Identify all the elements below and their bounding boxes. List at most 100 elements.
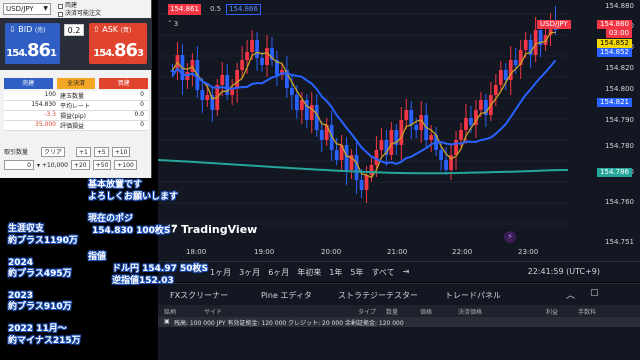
- time-axis-label: 18:00: [186, 248, 207, 256]
- indicator-collapse[interactable]: ˅ 3: [168, 20, 178, 28]
- clock[interactable]: 22:41:59 (UTC+9): [528, 267, 600, 276]
- price-chart[interactable]: 154.861 0.5 154.866 ˅ 3 𝟏𝟕 TradingView U…: [158, 0, 640, 282]
- range-5y[interactable]: 5年: [350, 267, 363, 278]
- quote-ask-chip[interactable]: 154.866: [226, 4, 261, 15]
- tab-fx-screener[interactable]: FXスクリーナー: [170, 290, 228, 301]
- position-row: 154.830 平均レート 0: [4, 101, 148, 111]
- overlay-line: 約マイナス215万: [8, 336, 81, 346]
- candle: [498, 70, 503, 85]
- close-all-button[interactable]: 全決済: [56, 78, 96, 89]
- overlay-line: 2022 11月〜: [8, 324, 67, 334]
- range-1y[interactable]: 1年: [329, 267, 342, 278]
- ask-price-main: 154.: [93, 48, 115, 59]
- qty-plus-10-button[interactable]: +10: [111, 146, 131, 157]
- col-fee[interactable]: 手数料: [578, 307, 596, 316]
- range-3m[interactable]: 3ヶ月: [239, 267, 260, 278]
- ask-price-small: 3: [137, 48, 144, 59]
- range-1m[interactable]: 1ヶ月: [210, 267, 231, 278]
- qty-plus-1-button[interactable]: +1: [76, 146, 91, 157]
- bid-price-main: 154.: [6, 48, 28, 59]
- sell-open-button[interactable]: 売建: [4, 78, 53, 89]
- candle: [459, 130, 463, 140]
- col-qty[interactable]: 数量: [386, 307, 398, 316]
- col-close-price[interactable]: 決済価格: [458, 307, 482, 316]
- position-list: [158, 327, 640, 360]
- candle: [200, 90, 205, 100]
- buy-open-button[interactable]: 買建: [99, 78, 149, 89]
- candle: [409, 110, 414, 125]
- ask-sub: (買): [120, 27, 132, 34]
- range-ytd[interactable]: 年初来: [297, 267, 321, 278]
- candle: [454, 140, 458, 155]
- candle: [255, 40, 259, 58]
- ask-label-text: ASK: [102, 25, 119, 34]
- candle: [414, 125, 419, 130]
- overlay-line: 現在のポジ: [88, 214, 134, 224]
- overlay-line: 2024: [8, 258, 34, 268]
- col-type[interactable]: タイプ: [358, 307, 376, 316]
- hedge-checkbox[interactable]: 両建: [58, 2, 77, 10]
- spread-value: 0.2: [64, 24, 84, 36]
- range-all[interactable]: すべて: [371, 267, 394, 278]
- qty-plus-5-button[interactable]: +5: [93, 146, 109, 157]
- candle: [220, 75, 225, 85]
- bid-label-text: BID: [18, 25, 33, 34]
- time-axis-label: 22:00: [452, 248, 473, 256]
- range-6m[interactable]: 6ヶ月: [268, 267, 289, 278]
- candle: [225, 75, 230, 95]
- price-tag: 154.786: [597, 168, 632, 177]
- row-label: 損益(pip): [60, 113, 86, 120]
- hedge-label: 両建: [65, 2, 78, 9]
- closable-checkbox[interactable]: 決済可能注文: [58, 10, 101, 18]
- col-side[interactable]: サイド: [204, 307, 222, 316]
- row-right: 0: [140, 91, 144, 98]
- price-tag: 154.821: [597, 98, 632, 107]
- quantity-area: 取引数量 クリア +1 +5 +10 0 ▾ +10,000 +20 +50 +…: [4, 146, 150, 171]
- tab-pine-editor[interactable]: Pine エディタ: [261, 290, 312, 301]
- qty-input[interactable]: 0: [4, 160, 34, 170]
- candle: [369, 165, 374, 175]
- candle: [399, 120, 404, 145]
- price-tag: 154.860: [597, 20, 632, 29]
- qty-plus-50-button[interactable]: +50: [92, 160, 112, 170]
- indicator-count: 3: [173, 20, 179, 28]
- ma-slow-line: [171, 59, 557, 165]
- row-right: 0: [140, 101, 144, 108]
- position-row: 35,000 評価損益 0: [4, 121, 148, 131]
- price-axis-label: 154.790: [605, 116, 634, 124]
- candle: [245, 52, 249, 60]
- col-symbol[interactable]: 銘柄: [164, 307, 176, 316]
- candle: [493, 85, 498, 95]
- symbol-tag: USD/JPY: [537, 20, 571, 29]
- col-profit[interactable]: 利益: [546, 307, 558, 316]
- bid-button[interactable]: ⇩ BID (売) 154.861: [5, 23, 60, 64]
- col-price[interactable]: 価格: [420, 307, 432, 316]
- tab-strategy-tester[interactable]: ストラテジーテスター: [338, 290, 418, 301]
- clear-button[interactable]: クリア: [41, 146, 66, 157]
- row-value: -3.3: [44, 111, 56, 118]
- checkbox-box: [58, 11, 63, 17]
- bid-price-small: 1: [50, 48, 57, 59]
- price-tag: 154.852: [597, 39, 632, 48]
- qty-option-select[interactable]: ▾ +10,000: [37, 162, 68, 169]
- chevron-up-icon[interactable]: ︿: [566, 288, 575, 301]
- checkbox-box: [58, 3, 63, 9]
- watermark-text: TradingView: [181, 223, 258, 236]
- replay-icon[interactable]: ⚡: [504, 231, 516, 243]
- tab-trading-panel[interactable]: トレードパネル: [445, 290, 501, 301]
- qty-plus-100-button[interactable]: +100: [114, 160, 137, 170]
- expand-icon[interactable]: ▢: [590, 288, 599, 298]
- quote-bid-chip[interactable]: 154.861: [168, 4, 201, 15]
- ask-price-big: 86: [113, 40, 138, 61]
- pair-select[interactable]: USD/JPY ▼: [3, 3, 51, 15]
- qty-plus-20-button[interactable]: +20: [70, 160, 90, 170]
- position-table: 100 建玉数量 0 154.830 平均レート 0 -3.3 損益(pip) 0.0 35…: [4, 91, 148, 131]
- tradingview-watermark: 𝟏𝟕 TradingView: [166, 223, 257, 236]
- chevron-down-icon: ▼: [43, 5, 48, 12]
- date-range-icon[interactable]: ⇥: [403, 267, 410, 278]
- candle: [404, 110, 409, 120]
- account-icon: ▣: [164, 318, 170, 325]
- candle: [344, 145, 349, 170]
- ask-button[interactable]: ⇧ ASK (買) 154.863: [89, 23, 147, 64]
- price-axis-label: 154.751: [605, 238, 634, 246]
